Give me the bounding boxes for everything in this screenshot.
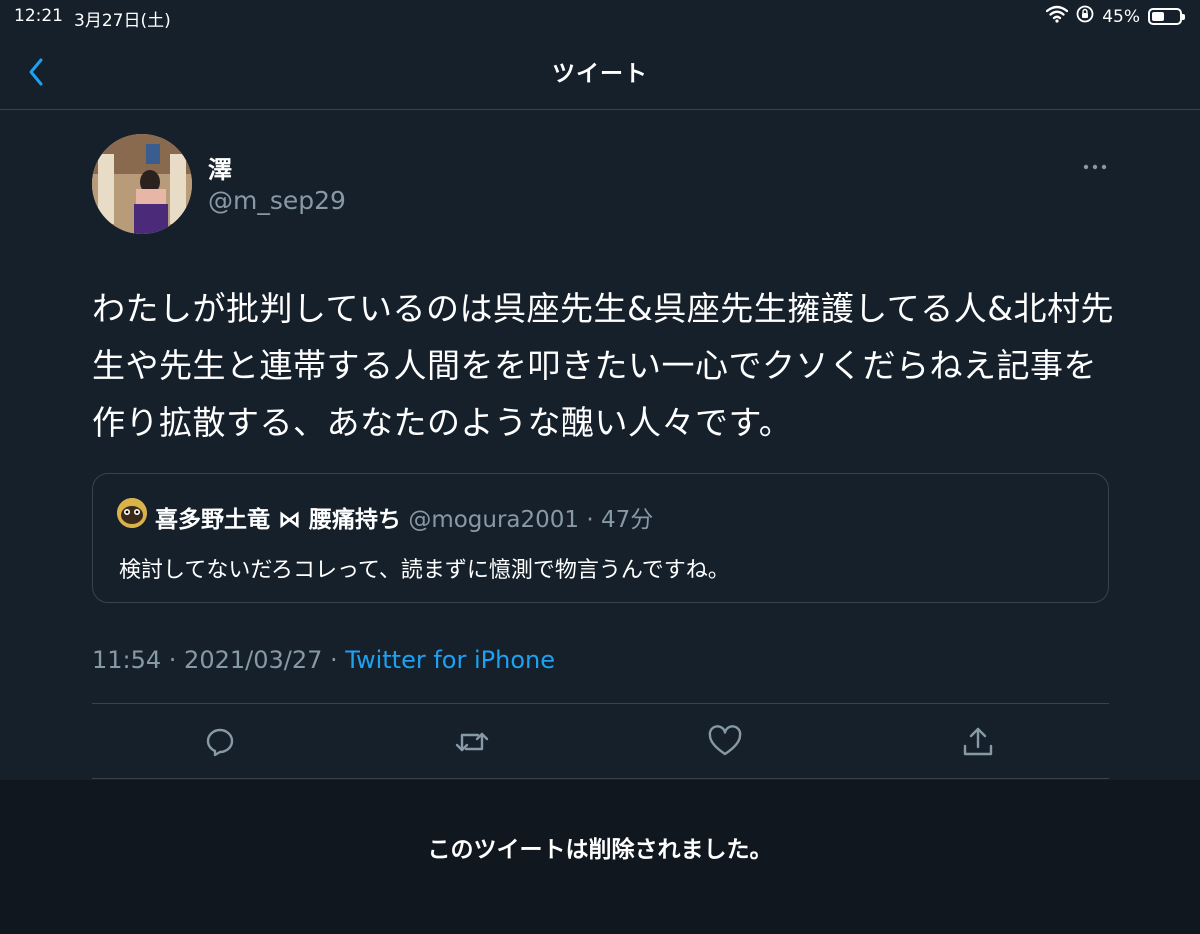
reply-icon <box>206 728 234 757</box>
divider-top <box>92 703 1109 704</box>
quoted-header: 喜多野土竜 ⋈ 腰痛持ち @mogura2001 · 47分 <box>155 500 653 534</box>
share-icon <box>963 727 993 756</box>
orientation-lock-icon <box>1076 5 1094 28</box>
page-title: ツイート <box>552 61 648 87</box>
avatar[interactable] <box>92 134 192 234</box>
like-button[interactable] <box>707 724 743 760</box>
status-time: 12:21 <box>14 6 63 26</box>
heart-icon <box>708 725 742 756</box>
wifi-icon <box>1046 5 1069 28</box>
tweet-source-link[interactable]: Twitter for iPhone <box>345 646 555 674</box>
share-button[interactable] <box>960 724 996 760</box>
divider-bottom <box>92 778 1109 779</box>
more-dots-icon <box>1083 164 1107 170</box>
battery-percent: 45% <box>1102 6 1140 27</box>
reply-button[interactable] <box>202 724 238 760</box>
mole-avatar-icon <box>117 498 147 528</box>
status-date: 3月27日(土) <box>74 11 171 31</box>
author-handle[interactable]: @m_sep29 <box>208 186 346 215</box>
more-options-button[interactable] <box>1080 158 1110 176</box>
battery-icon <box>1148 8 1185 25</box>
quoted-text: 検討してないだろコレって、読まずに憶測で物言うんですね。 <box>119 558 730 583</box>
tweet-screen: 12:21 3月27日(土) 45% ツイート 澤 @m_sep29 わたしが批… <box>0 0 1200 934</box>
quoted-tweet[interactable]: 喜多野土竜 ⋈ 腰痛持ち @mogura2001 · 47分 検討してないだろコ… <box>92 473 1109 603</box>
nav-header: ツイート <box>0 34 1200 110</box>
quoted-handle-time: @mogura2001 · 47分 <box>401 507 654 533</box>
tweet-text: わたしが批判しているのは呉座先生&呉座先生擁護してる人&北村先生や先生と連帯する… <box>92 289 1114 442</box>
author-display-name[interactable]: 澤 <box>208 150 232 185</box>
quoted-display-name: 喜多野土竜 ⋈ 腰痛持ち <box>155 507 402 533</box>
deleted-notice-banner: このツイートは削除されました。 <box>0 780 1200 934</box>
status-bar: 12:21 3月27日(土) 45% <box>0 0 1200 34</box>
retweet-button[interactable] <box>454 724 490 760</box>
status-indicators: 45% <box>1046 5 1185 28</box>
battery-fill <box>1152 12 1164 21</box>
retweet-icon <box>455 732 489 752</box>
quoted-avatar <box>117 498 147 528</box>
tweet-timestamp: 11:54 · 2021/03/27 · <box>92 646 346 674</box>
deleted-notice-text: このツイートは削除されました。 <box>427 837 773 863</box>
avatar-image <box>92 134 192 234</box>
tweet-meta: 11:54 · 2021/03/27 · Twitter for iPhone <box>92 646 555 674</box>
